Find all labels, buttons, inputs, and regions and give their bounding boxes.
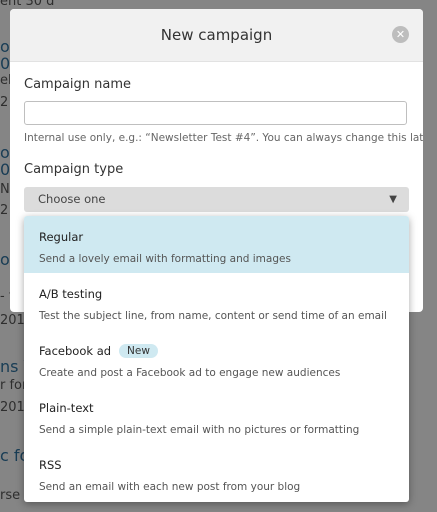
menu-item-description: Send an email with each new post from yo…: [39, 481, 301, 493]
menu-item-regular[interactable]: Regular Send a lovely email with formatt…: [24, 216, 409, 273]
menu-item-title: Facebook ad: [39, 344, 112, 358]
campaign-type-select[interactable]: Choose one ▼: [24, 187, 409, 212]
menu-item-description: Create and post a Facebook ad to engage …: [39, 367, 341, 379]
close-icon[interactable]: ✕: [392, 26, 409, 43]
campaign-name-input[interactable]: [24, 101, 407, 125]
campaign-name-label: Campaign name: [24, 77, 132, 92]
menu-item-description: Test the subject line, from name, conten…: [39, 310, 387, 322]
menu-item-facebook-ad[interactable]: Facebook ad New Create and post a Facebo…: [24, 330, 409, 387]
menu-item-title-row: Facebook ad New: [39, 344, 409, 358]
menu-item-title: Regular: [39, 230, 84, 244]
campaign-type-menu: Regular Send a lovely email with formatt…: [24, 216, 409, 502]
dialog-header: New campaign ✕: [10, 9, 423, 62]
menu-item-description: Send a lovely email with formatting and …: [39, 253, 291, 265]
menu-item-title: RSS: [39, 458, 62, 472]
menu-item-title: Plain-text: [39, 401, 94, 415]
campaign-type-label: Campaign type: [24, 162, 124, 177]
campaign-type-value: Choose one: [38, 192, 106, 206]
dialog-title: New campaign: [160, 26, 273, 44]
menu-item-plain-text[interactable]: Plain-text Send a simple plain-text emai…: [24, 387, 409, 444]
menu-item-rss[interactable]: RSS Send an email with each new post fro…: [24, 444, 409, 501]
menu-item-ab-testing[interactable]: A/B testing Test the subject line, from …: [24, 273, 409, 330]
menu-item-title: A/B testing: [39, 287, 103, 301]
new-badge: New: [119, 344, 158, 358]
campaign-name-help: Internal use only, e.g.: “Newsletter Tes…: [24, 132, 423, 144]
chevron-down-icon: ▼: [389, 194, 397, 205]
menu-item-description: Send a simple plain-text email with no p…: [39, 424, 360, 436]
